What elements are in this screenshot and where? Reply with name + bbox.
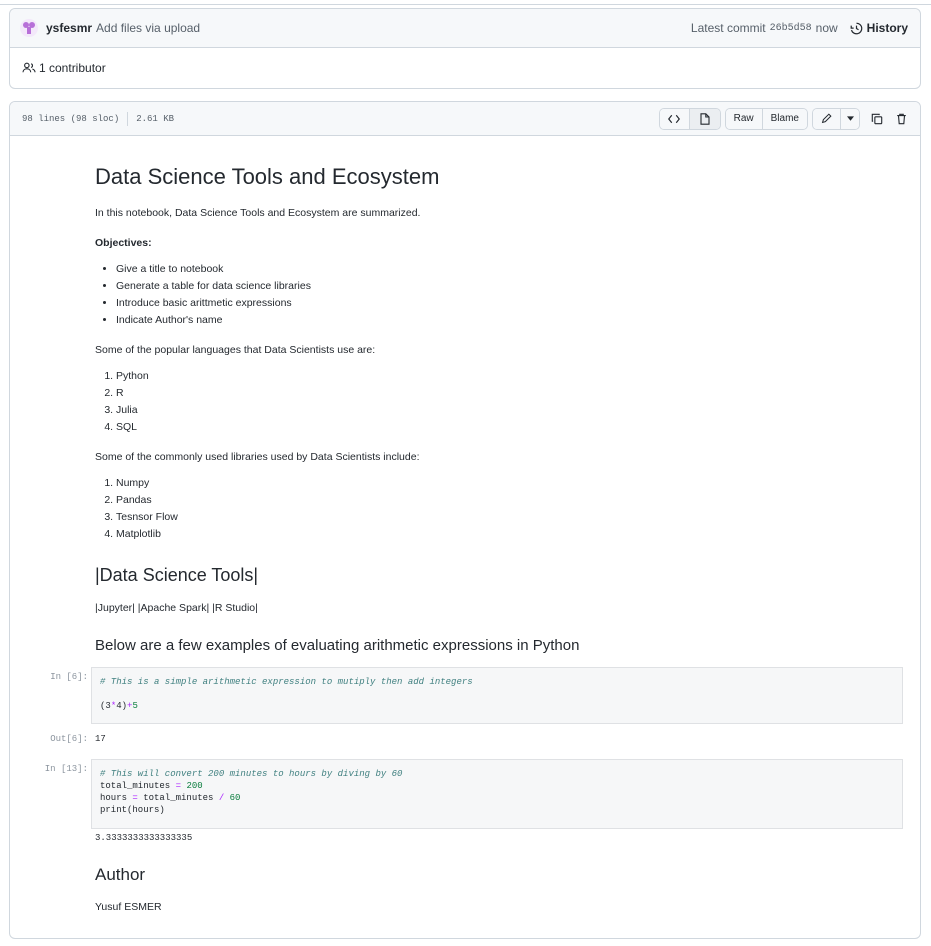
pencil-icon [821, 113, 832, 124]
blame-button[interactable]: Blame [762, 108, 807, 129]
view-toggle [658, 107, 721, 130]
cell-output: 17 [95, 734, 106, 744]
code-line: print(hours) [100, 805, 165, 815]
list-item: Matplotlib [116, 526, 178, 543]
author-name: Yusuf ESMER [95, 901, 162, 913]
copy-button[interactable] [866, 108, 888, 130]
cell-prompt: In [6]: [50, 672, 88, 682]
list-item: SQL [116, 419, 149, 436]
file-lines: 98 lines (98 sloc) [22, 113, 120, 124]
avatar[interactable] [20, 19, 38, 37]
list-item: Python [116, 368, 149, 385]
list-item: R [116, 385, 149, 402]
objectives-label: Objectives: [95, 237, 152, 249]
list-item: Tesnsor Flow [116, 509, 178, 526]
author-heading: Author [95, 865, 146, 884]
history-icon [850, 22, 862, 34]
code-line: total_minutes = 200 [100, 781, 203, 791]
code-cell[interactable]: # This is a simple arithmetic expression… [91, 667, 903, 724]
latest-commit-row: ysfesmr Add files via upload Latest comm… [10, 9, 920, 48]
list-item: Introduce basic arittmetic expressions [116, 295, 311, 312]
code-comment: # This is a simple arithmetic expression… [100, 677, 473, 687]
list-item: Numpy [116, 475, 178, 492]
tools-heading: |Data Science Tools| [95, 565, 259, 585]
languages-intro: Some of the popular languages that Data … [95, 344, 376, 356]
history-label: History [866, 21, 908, 35]
file-viewer: 98 lines (98 sloc) 2.61 KB Raw Blame Dat… [9, 101, 921, 939]
output-prompt: Out[6]: [50, 734, 88, 744]
delete-button[interactable] [890, 108, 912, 130]
file-size: 2.61 KB [136, 113, 175, 124]
arith-heading: Below are a few examples of evaluating a… [95, 637, 580, 654]
code-icon [668, 114, 681, 123]
edit-group [812, 107, 860, 130]
code-line: hours = total_minutes / 60 [100, 793, 241, 803]
tools-row: |Jupyter| |Apache Spark| |R Studio| [95, 602, 258, 614]
history-button[interactable]: History [850, 21, 908, 35]
code-comment: # This will convert 200 minutes to hours… [100, 769, 403, 779]
rendered-view-button[interactable] [689, 108, 720, 129]
source-view-button[interactable] [659, 108, 690, 129]
libraries-list: Numpy Pandas Tesnsor Flow Matplotlib [116, 475, 178, 543]
contributors-row[interactable]: 1 contributor [10, 48, 920, 88]
meta-divider [127, 111, 129, 126]
chevron-down-icon [846, 116, 854, 121]
edit-dropdown-button[interactable] [841, 108, 859, 129]
contributors-label: 1 contributor [39, 61, 106, 75]
edit-button[interactable] [813, 108, 841, 129]
code-line: (3*4)+5 [100, 701, 138, 711]
cell-output: 3.3333333333333335 [95, 833, 193, 843]
commit-author-link[interactable]: ysfesmr [46, 21, 92, 35]
objectives-list: Give a title to notebook Generate a tabl… [116, 261, 311, 329]
libraries-intro: Some of the commonly used libraries used… [95, 451, 420, 463]
commit-box: ysfesmr Add files via upload Latest comm… [9, 8, 921, 89]
copy-icon [871, 113, 883, 124]
file-icon [700, 112, 710, 125]
cell-prompt: In [13]: [44, 764, 88, 774]
commit-time: now [815, 21, 838, 35]
latest-commit-label: Latest commit [690, 21, 766, 35]
commit-sha-link[interactable]: 26b5d58 [770, 23, 812, 34]
intro-text: In this notebook, Data Science Tools and… [95, 207, 421, 219]
list-item: Pandas [116, 492, 178, 509]
commit-message-link[interactable]: Add files via upload [96, 21, 200, 35]
notebook-title: Data Science Tools and Ecosystem [95, 164, 440, 189]
list-item: Give a title to notebook [116, 261, 311, 278]
raw-blame-group: Raw Blame [724, 107, 808, 130]
list-item: Julia [116, 402, 149, 419]
code-cell[interactable]: # This will convert 200 minutes to hours… [91, 759, 903, 829]
raw-button[interactable]: Raw [725, 108, 763, 129]
languages-list: Python R Julia SQL [116, 368, 149, 436]
file-header: 98 lines (98 sloc) 2.61 KB Raw Blame [10, 102, 920, 136]
people-icon [22, 62, 36, 73]
list-item: Generate a table for data science librar… [116, 278, 311, 295]
top-divider [0, 4, 931, 5]
trash-icon [896, 113, 906, 124]
list-item: Indicate Author's name [116, 312, 311, 329]
